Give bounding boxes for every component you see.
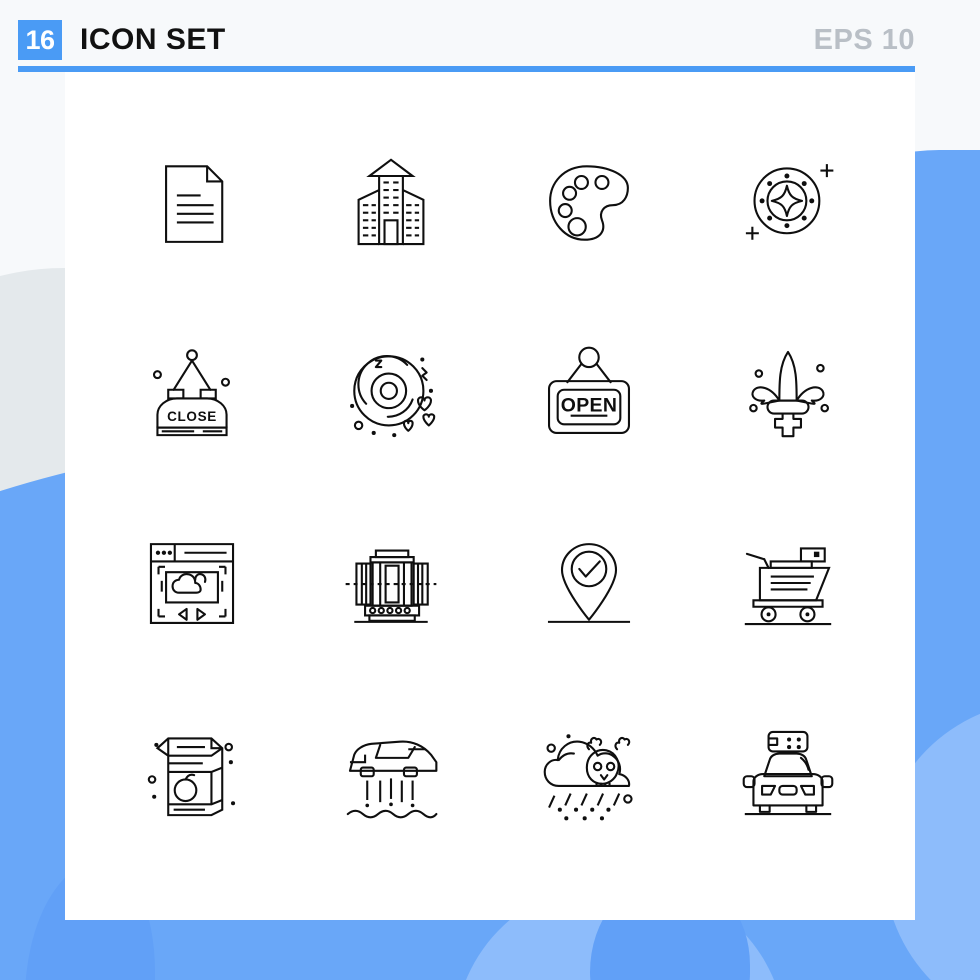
vinyl-record-hearts-icon (349, 339, 445, 438)
icon-cell-10[interactable] (292, 488, 491, 678)
icon-cell-12[interactable] (689, 488, 888, 678)
icon-grid: CLOSE OPEN (65, 72, 915, 920)
header-divider (18, 66, 915, 72)
icon-cell-5[interactable]: CLOSE (93, 298, 292, 488)
poster-header: 16 ICON SET EPS 10 (0, 0, 980, 74)
document-file-icon (138, 149, 246, 257)
location-pin-check-icon (535, 529, 643, 637)
juice-carton-icon (138, 719, 236, 827)
icon-cell-4[interactable] (689, 108, 888, 298)
svg-text:CLOSE: CLOSE (167, 409, 217, 424)
taxi-front-icon (734, 719, 842, 827)
icon-cell-8[interactable] (689, 298, 888, 488)
icon-cell-11[interactable] (490, 488, 689, 678)
industrial-machine-icon (337, 529, 445, 637)
page-title: ICON SET (80, 23, 226, 56)
office-building-icon (337, 149, 445, 257)
fleur-de-lis-icon (734, 339, 842, 447)
icon-cell-16[interactable] (689, 678, 888, 868)
sparkle-medallion-icon (734, 149, 842, 257)
open-sign-icon: OPEN (535, 339, 643, 447)
acid-rain-skull-cloud-icon (535, 734, 643, 821)
icon-cell-3[interactable] (490, 108, 689, 298)
icon-cell-13[interactable] (93, 678, 292, 868)
icon-count-badge: 16 (18, 20, 62, 60)
icon-cell-2[interactable] (292, 108, 491, 298)
icon-cell-14[interactable] (292, 678, 491, 868)
browser-cloud-gallery-icon (138, 529, 246, 637)
paint-palette-icon (535, 149, 643, 257)
icon-grid-card: CLOSE OPEN (65, 72, 915, 920)
icon-cell-9[interactable] (93, 488, 292, 678)
hover-car-icon (337, 719, 445, 827)
format-label: EPS 10 (813, 24, 915, 56)
svg-text:OPEN: OPEN (561, 394, 617, 416)
icon-set-poster: 16 ICON SET EPS 10 CLOSE OPEN (0, 0, 980, 980)
luggage-trolley-icon (734, 529, 842, 637)
icon-cell-1[interactable] (93, 108, 292, 298)
icon-cell-15[interactable] (490, 678, 689, 868)
icon-cell-6[interactable] (292, 298, 491, 488)
close-sign-icon: CLOSE (138, 339, 246, 447)
icon-cell-7[interactable]: OPEN (490, 298, 689, 488)
